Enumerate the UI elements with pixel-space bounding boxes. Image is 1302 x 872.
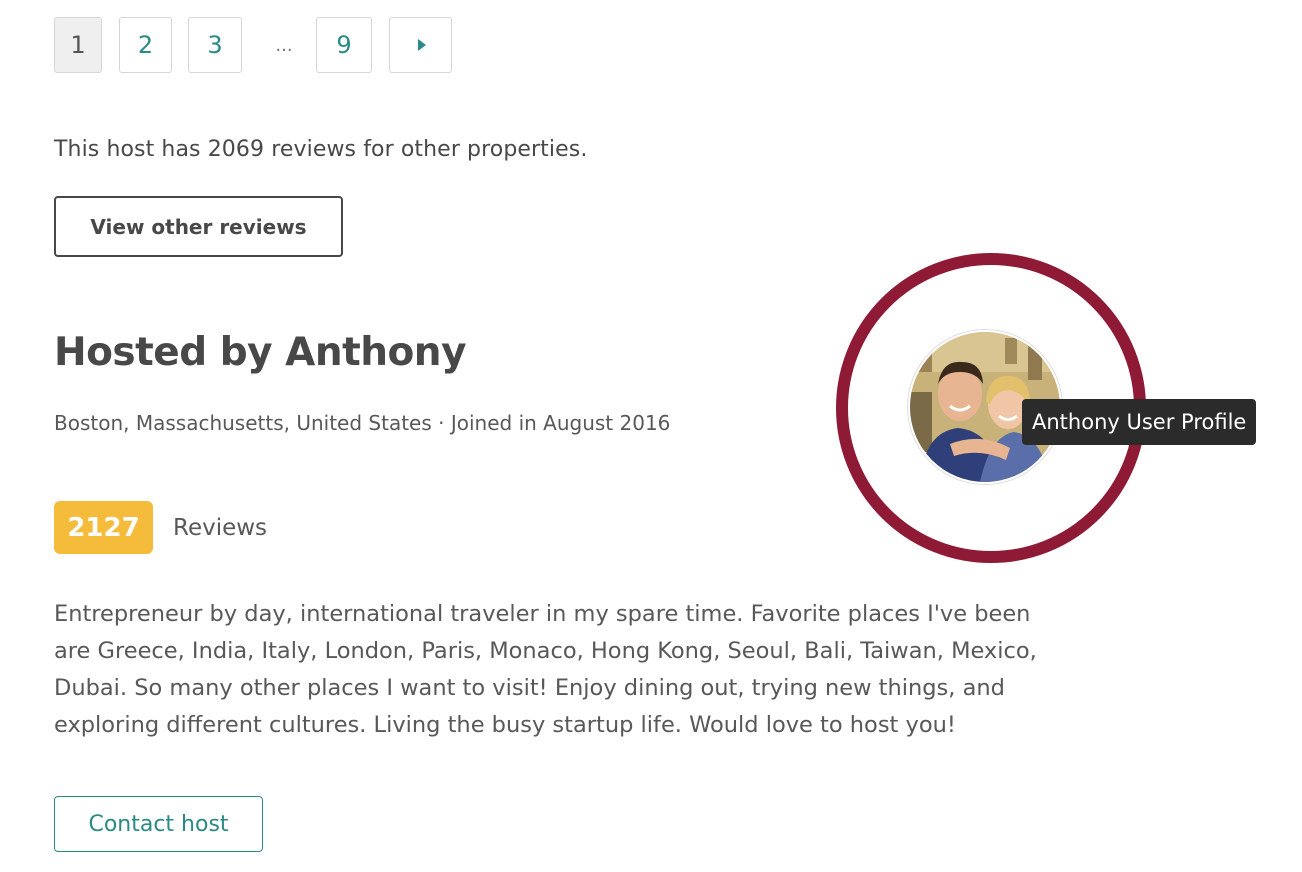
page-2-button[interactable]: 2 [119, 17, 172, 73]
view-other-reviews-button[interactable]: View other reviews [54, 196, 343, 257]
host-reviews-summary: 2127 Reviews [54, 501, 267, 554]
page-3-button[interactable]: 3 [188, 17, 242, 73]
contact-host-button[interactable]: Contact host [54, 796, 263, 852]
page-1-button[interactable]: 1 [54, 17, 102, 73]
other-reviews-text: This host has 2069 reviews for other pro… [54, 137, 588, 162]
avatar-tooltip: Anthony User Profile [1022, 399, 1257, 445]
review-count-badge: 2127 [54, 501, 153, 554]
host-bio: Entrepreneur by day, international trave… [54, 601, 1037, 738]
host-title: Hosted by Anthony [54, 330, 467, 375]
page-9-button[interactable]: 9 [316, 17, 372, 73]
reviews-label: Reviews [173, 514, 268, 541]
chevron-right-icon [418, 39, 426, 51]
next-page-button[interactable] [389, 17, 452, 73]
host-location: Boston, Massachusetts, United States · J… [54, 411, 671, 435]
pagination-ellipsis: ... [275, 34, 293, 56]
